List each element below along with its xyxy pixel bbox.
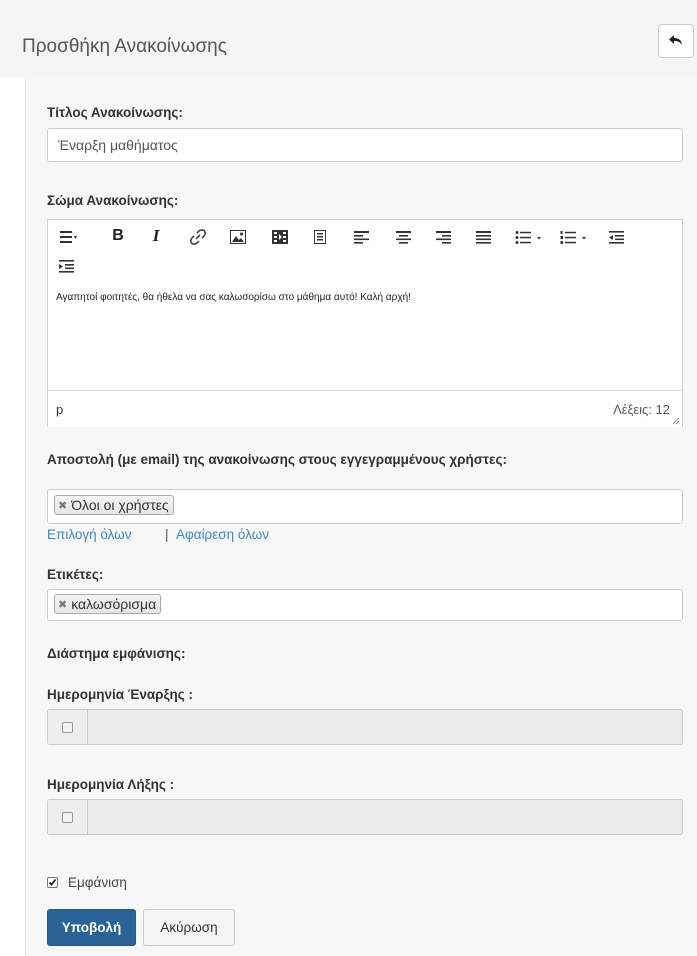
recipient-tag: ✖ Όλοι οι χρήστες — [54, 495, 174, 515]
submit-button[interactable]: Υποβολή — [47, 909, 136, 946]
align-justify-icon[interactable] — [473, 227, 493, 247]
file-icon[interactable] — [310, 227, 330, 247]
bullet-list-icon[interactable] — [513, 227, 547, 247]
reply-arrow-icon — [669, 35, 682, 45]
numbered-list-icon[interactable] — [558, 227, 592, 247]
start-date-field — [47, 709, 683, 745]
visible-checkbox[interactable] — [47, 877, 58, 888]
title-input[interactable]: Έναρξη μαθήματος — [47, 128, 683, 162]
recipients-select[interactable]: ✖ Όλοι οι χρήστες — [47, 489, 683, 524]
checkmark-icon — [48, 878, 57, 886]
visible-label: Εμφάνιση — [68, 875, 127, 890]
select-all-link[interactable]: Επιλογή όλων — [47, 527, 131, 542]
remove-tag-icon[interactable]: ✖ — [58, 499, 67, 512]
end-date-label: Ημερομηνία Λήξης : — [47, 777, 175, 792]
align-right-icon[interactable] — [433, 227, 453, 247]
recipients-label: Αποστολή (με email) της ανακοίνωσης στου… — [47, 452, 507, 467]
indent-icon[interactable] — [56, 256, 76, 276]
bold-icon[interactable]: B — [108, 226, 128, 246]
cancel-button[interactable]: Ακύρωση — [143, 909, 235, 946]
editor-statusbar: p Λέξεις: 12 — [48, 390, 682, 427]
end-date-checkbox[interactable] — [62, 811, 73, 823]
display-interval-label: Διάστημα εμφάνισης: — [47, 646, 186, 661]
body-label: Σώμα Ανακοίνωσης: — [47, 193, 179, 208]
align-left-icon[interactable] — [351, 227, 371, 247]
resize-grip-icon[interactable] — [672, 417, 680, 425]
remove-all-link[interactable]: Αφαίρεση όλων — [176, 527, 269, 542]
media-icon[interactable] — [270, 227, 290, 247]
keyword-tag-label: καλωσόρισμα — [71, 596, 157, 612]
end-date-field — [47, 799, 683, 835]
start-date-label: Ημερομηνία Έναρξης : — [47, 687, 194, 702]
italic-icon[interactable]: I — [146, 226, 166, 246]
keyword-tag: ✖ καλωσόρισμα — [54, 594, 162, 614]
editor-content-area[interactable]: Αγαπητοί φοιτητές, θα ήθελα να σας καλωσ… — [48, 282, 682, 390]
format-icon[interactable] — [58, 228, 80, 246]
tags-label: Ετικέτες: — [47, 567, 104, 582]
link-icon[interactable] — [188, 227, 208, 247]
tags-select[interactable]: ✖ καλωσόρισμα — [47, 589, 683, 621]
title-input-value: Έναρξη μαθήματος — [58, 137, 178, 153]
align-center-icon[interactable] — [393, 227, 413, 247]
title-label: Τίτλος Ανακοίνωσης: — [47, 105, 183, 120]
end-date-addon — [48, 800, 88, 834]
link-separator: | — [165, 527, 169, 542]
remove-tag-icon[interactable]: ✖ — [58, 598, 67, 611]
word-count: Λέξεις: 12 — [613, 402, 670, 417]
visible-row: Εμφάνιση — [47, 875, 127, 890]
start-date-checkbox[interactable] — [62, 721, 73, 733]
element-path[interactable]: p — [56, 402, 63, 417]
recipient-tag-label: Όλοι οι χρήστες — [71, 497, 169, 513]
start-date-addon — [48, 710, 88, 744]
rich-text-editor: B I Αγαπητοί φοιτητές, θα ήθελα να σας κ… — [47, 219, 683, 427]
outdent-icon[interactable] — [606, 227, 626, 247]
editor-content: Αγαπητοί φοιτητές, θα ήθελα να σας καλωσ… — [56, 292, 411, 303]
page-title: Προσθήκη Ανακοίνωσης — [22, 36, 227, 57]
editor-toolbar: B I — [48, 220, 682, 283]
back-button[interactable] — [658, 24, 694, 58]
image-icon[interactable] — [228, 227, 248, 247]
